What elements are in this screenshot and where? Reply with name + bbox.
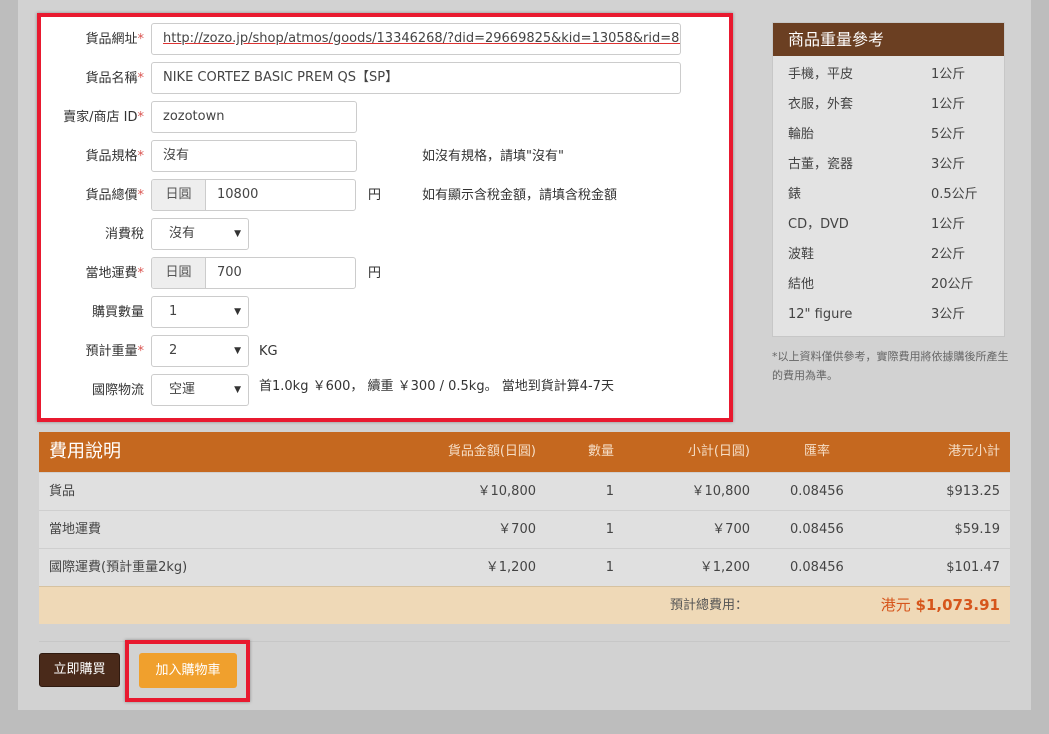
list-item: 手機，平皮 1公斤 (788, 67, 966, 82)
row-rate: 0.08456 (790, 522, 844, 537)
spec-input[interactable]: 沒有 (151, 140, 357, 172)
quantity-label: 購買數量 (91, 305, 144, 320)
weight-reference-title: 商品重量參考 (773, 23, 1004, 56)
weight-select[interactable]: 2 ▼ (151, 335, 249, 367)
fee-table-title: 費用說明 (49, 441, 121, 462)
buy-now-button[interactable]: 立即購買 (39, 653, 120, 687)
weight-unit: KG (259, 344, 278, 359)
total-row: 預計總費用： 港元 $1,073.91 (39, 586, 1010, 624)
list-item: 結他 20公斤 (788, 277, 974, 292)
name-input[interactable]: NIKE CORTEZ BASIC PREM QS【SP】 (151, 62, 681, 94)
list-item: 古董，瓷器 3公斤 (788, 157, 966, 172)
chevron-down-icon: ▼ (234, 346, 241, 356)
weight-reference-note: *以上資料僅供參考，實際費用將依據購後所產生的費用為準。 (772, 350, 1009, 382)
row-qty: 1 (605, 522, 614, 537)
total-label: 預計總費用： (669, 598, 748, 613)
international-hint: 首1.0kg ￥600， 續重 ￥300 / 0.5kg。 當地到貨計算4-7天 (259, 379, 614, 394)
quantity-select[interactable]: 1 ▼ (151, 296, 249, 328)
row-subtotal: ￥700 (712, 522, 750, 537)
price-label: 貨品總價* (85, 188, 144, 203)
price-currency-addon: 日圓 (152, 180, 206, 210)
row-hkd: $59.19 (954, 522, 1001, 537)
price-value: 10800 (217, 187, 259, 202)
row-amount: ￥700 (498, 522, 536, 537)
chevron-down-icon: ▼ (234, 229, 241, 239)
price-input[interactable]: 日圓 10800 (151, 179, 356, 211)
url-input[interactable]: http://zozo.jp/shop/atmos/goods/13346268… (151, 23, 681, 55)
row-amount: ￥1,200 (485, 560, 536, 575)
local-shipping-label: 當地運費* (85, 266, 144, 281)
total-amount: 港元 $1,073.91 (880, 596, 1000, 614)
price-unit: 円 (368, 188, 382, 203)
chevron-down-icon: ▼ (234, 307, 241, 317)
seller-input[interactable]: zozotown (151, 101, 357, 133)
list-item: 波鞋 2公斤 (788, 247, 966, 262)
weight-reference-panel: 商品重量參考 手機，平皮 1公斤 衣服，外套 1公斤 輪胎 5公斤 古董，瓷器 3公斤 … (772, 22, 1005, 337)
weight-reference-list: 手機，平皮 1公斤 衣服，外套 1公斤 輪胎 5公斤 古董，瓷器 3公斤 錶 0.5公斤 … (773, 56, 1004, 330)
list-item: 衣服，外套 1公斤 (788, 97, 966, 112)
list-item: 錶 0.5公斤 (788, 187, 978, 202)
page-bottom-strip (0, 710, 1049, 734)
tax-select[interactable]: 沒有 ▼ (151, 218, 249, 250)
row-hkd: $913.25 (946, 484, 1000, 499)
weight-label: 預計重量* (85, 344, 144, 359)
local-shipping-input[interactable]: 日圓 700 (151, 257, 356, 289)
row-hkd: $101.47 (946, 560, 1000, 575)
list-item: 12" figure 3公斤 (788, 307, 966, 322)
header-amount: 貨品金額(日圓) (447, 444, 536, 459)
row-name: 當地運費 (49, 522, 102, 537)
spec-label: 貨品規格* (85, 149, 144, 164)
add-to-cart-highlight: 加入購物車 (125, 640, 250, 702)
header-rate: 匯率 (804, 444, 831, 459)
row-amount: ￥10,800 (477, 484, 537, 499)
list-item: 輪胎 5公斤 (788, 127, 966, 142)
local-shipping-unit: 円 (368, 266, 382, 281)
row-subtotal: ￥1,200 (699, 560, 750, 575)
seller-label: 賣家/商店 ID* (63, 110, 144, 125)
header-qty: 數量 (587, 444, 614, 459)
url-label: 貨品網址* (85, 32, 144, 47)
add-to-cart-button[interactable]: 加入購物車 (139, 653, 237, 688)
header-subtotal: 小計(日圓) (687, 444, 750, 459)
row-qty: 1 (605, 484, 614, 499)
row-rate: 0.08456 (790, 484, 844, 499)
row-rate: 0.08456 (790, 560, 844, 575)
list-item: CD，DVD 1公斤 (788, 217, 966, 232)
row-qty: 1 (605, 560, 614, 575)
tax-label: 消費稅 (104, 227, 144, 242)
row-name: 貨品 (49, 484, 76, 499)
table-row: 當地運費 ￥700 1 ￥700 0.08456 $59.19 (39, 510, 1010, 548)
spec-hint: 如沒有規格，請填"沒有" (422, 149, 564, 164)
table-row: 國際運費(預計重量2kg) ￥1,200 1 ￥1,200 0.08456 $1… (39, 548, 1010, 586)
fee-table-header: 費用說明 貨品金額(日圓) 數量 小計(日圓) 匯率 港元小計 (39, 432, 1010, 472)
price-hint: 如有顯示含稅金額，請填含稅金額 (422, 188, 618, 203)
name-label: 貨品名稱* (85, 71, 144, 86)
row-subtotal: ￥10,800 (691, 484, 751, 499)
local-shipping-currency-addon: 日圓 (152, 258, 206, 288)
international-label: 國際物流 (91, 383, 144, 398)
international-select[interactable]: 空運 ▼ (151, 374, 249, 406)
table-row: 貨品 ￥10,800 1 ￥10,800 0.08456 $913.25 (39, 472, 1010, 510)
header-hkd: 港元小計 (947, 444, 1000, 459)
order-form: 貨品網址* http://zozo.jp/shop/atmos/goods/13… (37, 13, 733, 422)
fee-table: 費用說明 貨品金額(日圓) 數量 小計(日圓) 匯率 港元小計 貨品 ￥10,8… (39, 432, 1010, 624)
row-name: 國際運費(預計重量2kg) (49, 560, 188, 575)
local-shipping-value: 700 (217, 265, 242, 280)
chevron-down-icon: ▼ (234, 385, 241, 395)
